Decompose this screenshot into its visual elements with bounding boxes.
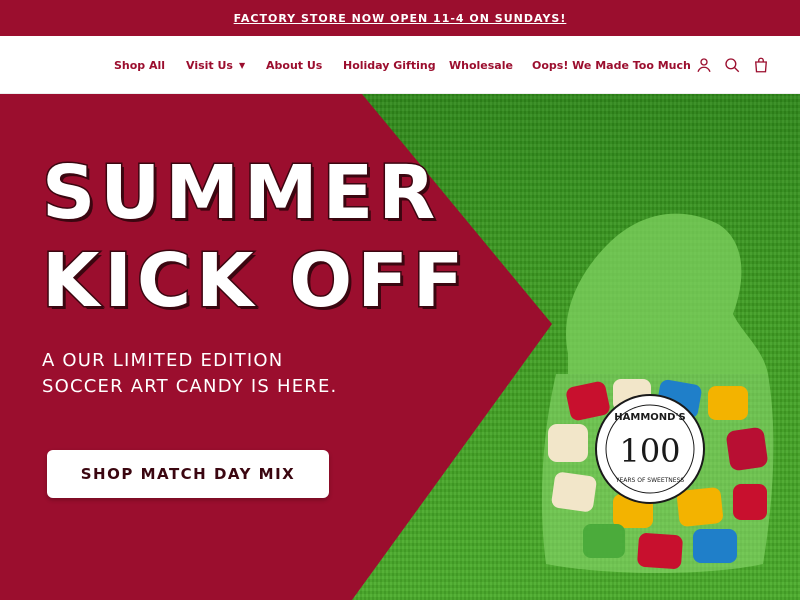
nav-shop-all-label: Shop All [114,58,166,72]
subtitle-line-1: A OUR LIMITED EDITION [42,350,284,371]
hero-subtitle: A OUR LIMITED EDITION SOCCER ART CANDY I… [42,348,402,400]
subtitle-line-2: SOCCER ART CANDY IS HERE. [42,376,338,397]
hero-banner: SUMMER KICK OFF A OUR LIMITED EDITION SO… [0,94,800,600]
announcement-bar: FACTORY STORE NOW OPEN 11-4 ON SUNDAYS! [0,0,800,36]
nav-shop-all[interactable]: Shop All [114,36,165,94]
headline-line-2: KICK OFF [41,237,469,326]
headline-line-1: SUMMER [41,149,441,238]
search-icon[interactable] [723,56,741,74]
nav-wholesale-label: Wholesale [449,58,513,72]
nav-holiday-gifting-label: Holiday Gifting [343,58,436,72]
nav-visit-us[interactable]: Visit Us ▼ [186,36,245,94]
shop-match-day-mix-button[interactable]: SHOP MATCH DAY MIX [47,450,329,498]
badge-number-text: 100 [619,432,680,470]
nav-visit-us-label: Visit Us [186,58,233,72]
nav-oops-label: Oops! We Made Too Much [532,58,691,72]
nav-about-us[interactable]: About Us [266,36,322,94]
candy-bag-image: HAMMOND'S 100 YEARS OF SWEETNESS [541,213,774,573]
nav-about-us-label: About Us [266,58,323,72]
chevron-down-icon: ▼ [238,60,246,70]
announcement-link[interactable]: FACTORY STORE NOW OPEN 11-4 ON SUNDAYS! [234,12,567,25]
bag-icon[interactable] [752,56,770,74]
badge-tagline-text: YEARS OF SWEETNESS [615,477,685,484]
user-icon[interactable] [695,56,713,74]
hero-headline: SUMMER KICK OFF [41,149,562,326]
nav-wholesale[interactable]: Wholesale [449,36,513,94]
nav-holiday-gifting[interactable]: Holiday Gifting [343,36,436,94]
main-nav: Shop All Visit Us ▼ About Us Holiday Gif… [0,36,800,94]
site-header: Shop All Visit Us ▼ About Us Holiday Gif… [0,36,800,94]
badge-brand-text: HAMMOND'S [614,412,685,423]
nav-oops[interactable]: Oops! We Made Too Much [532,36,691,94]
